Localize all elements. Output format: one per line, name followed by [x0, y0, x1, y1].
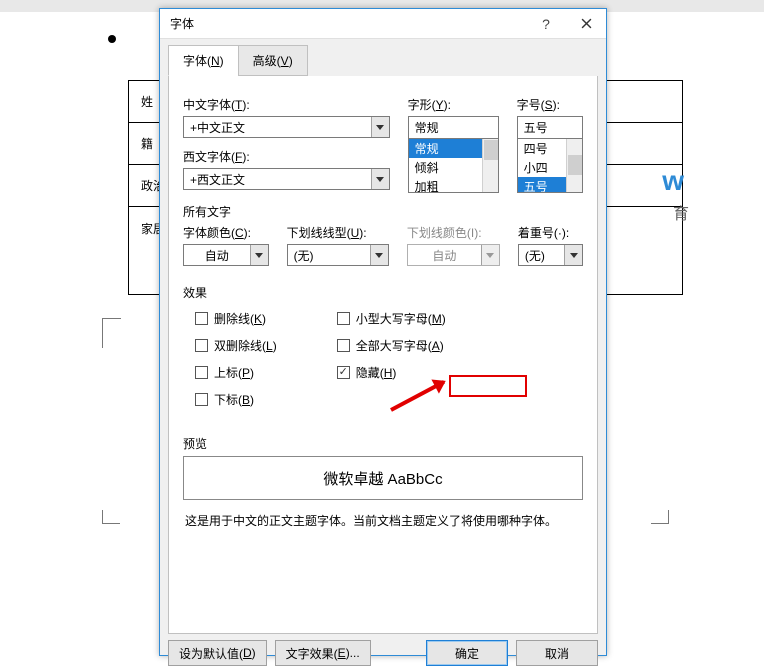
titlebar[interactable]: 字体 ?: [160, 9, 606, 39]
font-color-label: 字体颜色(C):: [183, 224, 269, 241]
underline-style-label: 下划线线型(U):: [287, 224, 389, 241]
checkbox-icon: [195, 366, 208, 379]
dialog-title: 字体: [170, 15, 526, 32]
check-double-strikethrough[interactable]: 双删除线(L): [195, 337, 277, 354]
help-button[interactable]: ?: [526, 9, 566, 39]
dropdown-button[interactable]: [371, 117, 389, 137]
preview-box: 微软卓越 AaBbCc: [183, 456, 583, 500]
style-listbox[interactable]: 常规 倾斜 加粗: [408, 138, 499, 193]
size-input[interactable]: 五号: [517, 116, 583, 138]
check-hidden[interactable]: 隐藏(H): [337, 364, 446, 381]
preview-label: 预览: [183, 435, 583, 452]
ok-button[interactable]: 确定: [426, 640, 508, 666]
chevron-down-icon: [375, 253, 383, 258]
emphasis-combo[interactable]: (无): [518, 244, 583, 266]
emphasis-label: 着重号(·):: [518, 224, 583, 241]
dropdown-button[interactable]: [370, 245, 388, 265]
scrollbar-thumb[interactable]: [484, 140, 498, 160]
button-row: 设为默认值(D) 文字效果(E)... 确定 取消: [160, 634, 606, 672]
chevron-down-icon: [570, 253, 578, 258]
bg-watermark: w: [662, 165, 684, 197]
page-corner-marker: [102, 510, 120, 524]
preview-text: 微软卓越 AaBbCc: [323, 468, 442, 489]
check-smallcaps[interactable]: 小型大写字母(M): [337, 310, 446, 327]
scrollbar-thumb[interactable]: [568, 155, 582, 175]
set-default-button[interactable]: 设为默认值(D): [168, 640, 267, 666]
check-superscript[interactable]: 上标(P): [195, 364, 277, 381]
font-color-value: 自动: [184, 247, 250, 264]
font-dialog: 字体 ? 字体(N) 高级(V) 中文字体(T): +中文正文: [159, 8, 607, 656]
emphasis-value: (无): [519, 247, 564, 264]
page-corner-marker: [102, 318, 120, 348]
check-subscript[interactable]: 下标(B): [195, 391, 277, 408]
chevron-down-icon: [486, 253, 494, 258]
underline-color-combo: 自动: [407, 244, 500, 266]
check-strikethrough[interactable]: 删除线(K): [195, 310, 277, 327]
hint-text: 这是用于中文的正文主题字体。当前文档主题定义了将使用哪种字体。: [185, 512, 581, 529]
all-text-label: 所有文字: [183, 203, 583, 220]
tabstrip: 字体(N) 高级(V): [160, 39, 606, 76]
text-effects-button[interactable]: 文字效果(E)...: [275, 640, 371, 666]
underline-style-combo[interactable]: (无): [287, 244, 389, 266]
size-label: 字号(S):: [517, 96, 583, 113]
checkbox-icon: [195, 393, 208, 406]
checkbox-icon: [195, 312, 208, 325]
size-value: 五号: [518, 119, 582, 136]
cn-font-combo[interactable]: +中文正文: [183, 116, 390, 138]
scrollbar[interactable]: [566, 139, 582, 192]
checkbox-icon: [337, 366, 350, 379]
underline-color-label: 下划线颜色(I):: [407, 224, 500, 241]
chevron-down-icon: [376, 177, 384, 182]
cn-font-value: +中文正文: [184, 119, 371, 136]
cn-font-label: 中文字体(T):: [183, 96, 390, 113]
checkbox-icon: [337, 312, 350, 325]
effects-label: 效果: [183, 284, 583, 301]
bg-watermark-sub: 育: [673, 200, 689, 224]
scrollbar[interactable]: [482, 139, 498, 192]
latin-font-value: +西文正文: [184, 171, 371, 188]
style-input[interactable]: 常规: [408, 116, 499, 138]
font-color-combo[interactable]: 自动: [183, 244, 269, 266]
dropdown-button[interactable]: [564, 245, 582, 265]
style-value: 常规: [409, 119, 498, 136]
tab-font[interactable]: 字体(N): [168, 45, 239, 76]
checkbox-icon: [337, 339, 350, 352]
size-listbox[interactable]: 四号 小四 五号: [517, 138, 583, 193]
close-icon: [581, 18, 592, 29]
dropdown-button: [481, 245, 499, 265]
highlight-box: [449, 375, 527, 397]
text-cursor-dot: [108, 35, 116, 43]
underline-style-value: (无): [288, 247, 370, 264]
checkbox-icon: [195, 339, 208, 352]
dropdown-button[interactable]: [250, 245, 268, 265]
page-corner-marker: [651, 510, 669, 524]
latin-font-label: 西文字体(F):: [183, 148, 390, 165]
check-allcaps[interactable]: 全部大写字母(A): [337, 337, 446, 354]
dropdown-button[interactable]: [371, 169, 389, 189]
tab-advanced[interactable]: 高级(V): [238, 45, 308, 76]
close-button[interactable]: [566, 9, 606, 39]
tab-body: 中文字体(T): +中文正文 西文字体(F): +西文正文 字形(Y):: [168, 76, 598, 634]
style-label: 字形(Y):: [408, 96, 499, 113]
chevron-down-icon: [255, 253, 263, 258]
latin-font-combo[interactable]: +西文正文: [183, 168, 390, 190]
cancel-button[interactable]: 取消: [516, 640, 598, 666]
chevron-down-icon: [376, 125, 384, 130]
underline-color-value: 自动: [408, 247, 481, 264]
